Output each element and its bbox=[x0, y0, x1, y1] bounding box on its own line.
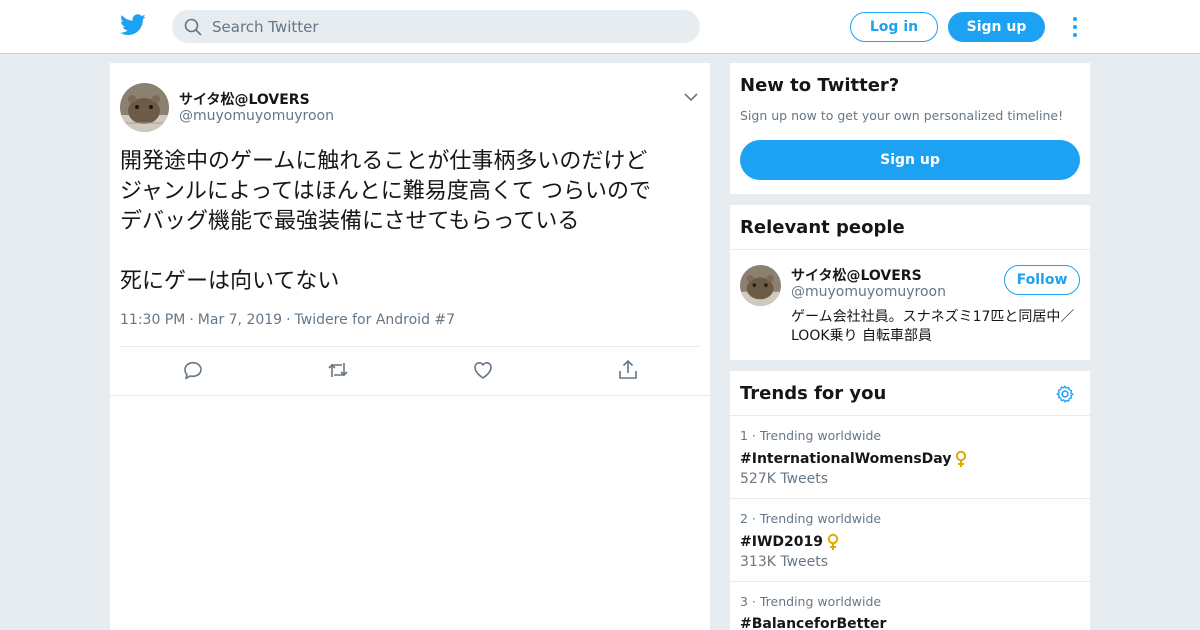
person-handle[interactable]: @muyomuyomuyroon bbox=[791, 284, 946, 300]
like-icon[interactable] bbox=[471, 358, 495, 382]
panel-subtitle: Sign up now to get your own personalized… bbox=[740, 108, 1064, 123]
panel-title: Trends for you bbox=[740, 383, 887, 404]
search-box[interactable] bbox=[172, 10, 700, 43]
avatar[interactable] bbox=[120, 83, 169, 132]
venus-icon bbox=[827, 533, 839, 550]
tweet-actions bbox=[110, 358, 710, 384]
trends-panel: Trends for you 1 · Trending worldwide #I… bbox=[730, 371, 1090, 630]
new-to-twitter-panel: New to Twitter? Sign up now to get your … bbox=[730, 63, 1090, 194]
reply-icon[interactable] bbox=[181, 358, 205, 382]
share-icon[interactable] bbox=[616, 358, 640, 382]
divider bbox=[110, 395, 710, 396]
divider bbox=[730, 498, 1090, 499]
relevant-people-panel: Relevant people サイタ松@LOVERS @muyomuyomuy… bbox=[730, 205, 1090, 360]
meta-separator: · bbox=[189, 312, 194, 328]
search-input[interactable] bbox=[212, 10, 682, 43]
person-bio: ゲーム会社社員。スナネズミ17匹と同居中／LOOK乗り 自転車部員 bbox=[791, 309, 1075, 344]
panel-title: New to Twitter? bbox=[740, 75, 900, 96]
author-name[interactable]: サイタ松@LOVERS bbox=[179, 89, 310, 109]
tweet-source: Twidere for Android #7 bbox=[294, 312, 456, 328]
signup-button[interactable]: Sign up bbox=[740, 140, 1080, 180]
divider bbox=[120, 346, 700, 347]
tweet-metadata: 11:30 PM · Mar 7, 2019 · Twidere for Android… bbox=[120, 312, 455, 328]
chevron-down-icon[interactable] bbox=[682, 89, 700, 105]
vertical-ellipsis-icon[interactable] bbox=[1067, 15, 1083, 39]
tweet-card: サイタ松@LOVERS @muyomuyomuyroon 開発途中のゲームに触れ… bbox=[110, 63, 710, 630]
meta-separator: · bbox=[286, 312, 291, 328]
divider bbox=[730, 415, 1090, 416]
trend-item[interactable]: 2 · Trending worldwide #IWD2019 313K Twe… bbox=[740, 511, 1080, 570]
trend-tweet-count: 313K Tweets bbox=[740, 554, 829, 570]
divider bbox=[730, 581, 1090, 582]
search-icon bbox=[184, 18, 202, 36]
top-navigation-bar: Log in Sign up bbox=[0, 0, 1200, 54]
signup-button[interactable]: Sign up bbox=[948, 12, 1045, 42]
trend-context: 2 · Trending worldwide bbox=[740, 511, 882, 526]
login-button[interactable]: Log in bbox=[850, 12, 938, 42]
author-handle[interactable]: @muyomuyomuyroon bbox=[179, 108, 334, 124]
trend-item[interactable]: 1 · Trending worldwide #InternationalWom… bbox=[740, 428, 1080, 487]
avatar[interactable] bbox=[740, 265, 781, 306]
trend-tweet-count: 527K Tweets bbox=[740, 471, 829, 487]
venus-icon bbox=[956, 450, 967, 467]
gerbil-avatar-image bbox=[120, 83, 169, 132]
twitter-bird-icon[interactable] bbox=[120, 14, 146, 36]
person-name[interactable]: サイタ松@LOVERS bbox=[791, 265, 922, 285]
panel-title: Relevant people bbox=[740, 217, 905, 238]
gerbil-avatar-image bbox=[740, 265, 781, 306]
gear-icon[interactable] bbox=[1055, 384, 1075, 404]
retweet-icon[interactable] bbox=[326, 358, 350, 382]
trend-name[interactable]: #BalanceforBetter bbox=[740, 616, 1080, 630]
trend-name[interactable]: #IWD2019 bbox=[740, 533, 1080, 551]
follow-button[interactable]: Follow bbox=[1004, 265, 1080, 295]
trend-context: 1 · Trending worldwide bbox=[740, 428, 882, 443]
tweet-text: 開発途中のゲームに触れることが仕事柄多いのだけど ジャンルによってはほんとに難易… bbox=[120, 149, 652, 294]
trend-name[interactable]: #InternationalWomensDay bbox=[740, 450, 1080, 468]
trend-context: 3 · Trending worldwide bbox=[740, 594, 882, 609]
tweet-date[interactable]: Mar 7, 2019 bbox=[198, 312, 282, 328]
divider bbox=[730, 249, 1090, 250]
trend-item[interactable]: 3 · Trending worldwide #BalanceforBetter bbox=[740, 594, 1080, 630]
tweet-time[interactable]: 11:30 PM bbox=[120, 312, 185, 328]
